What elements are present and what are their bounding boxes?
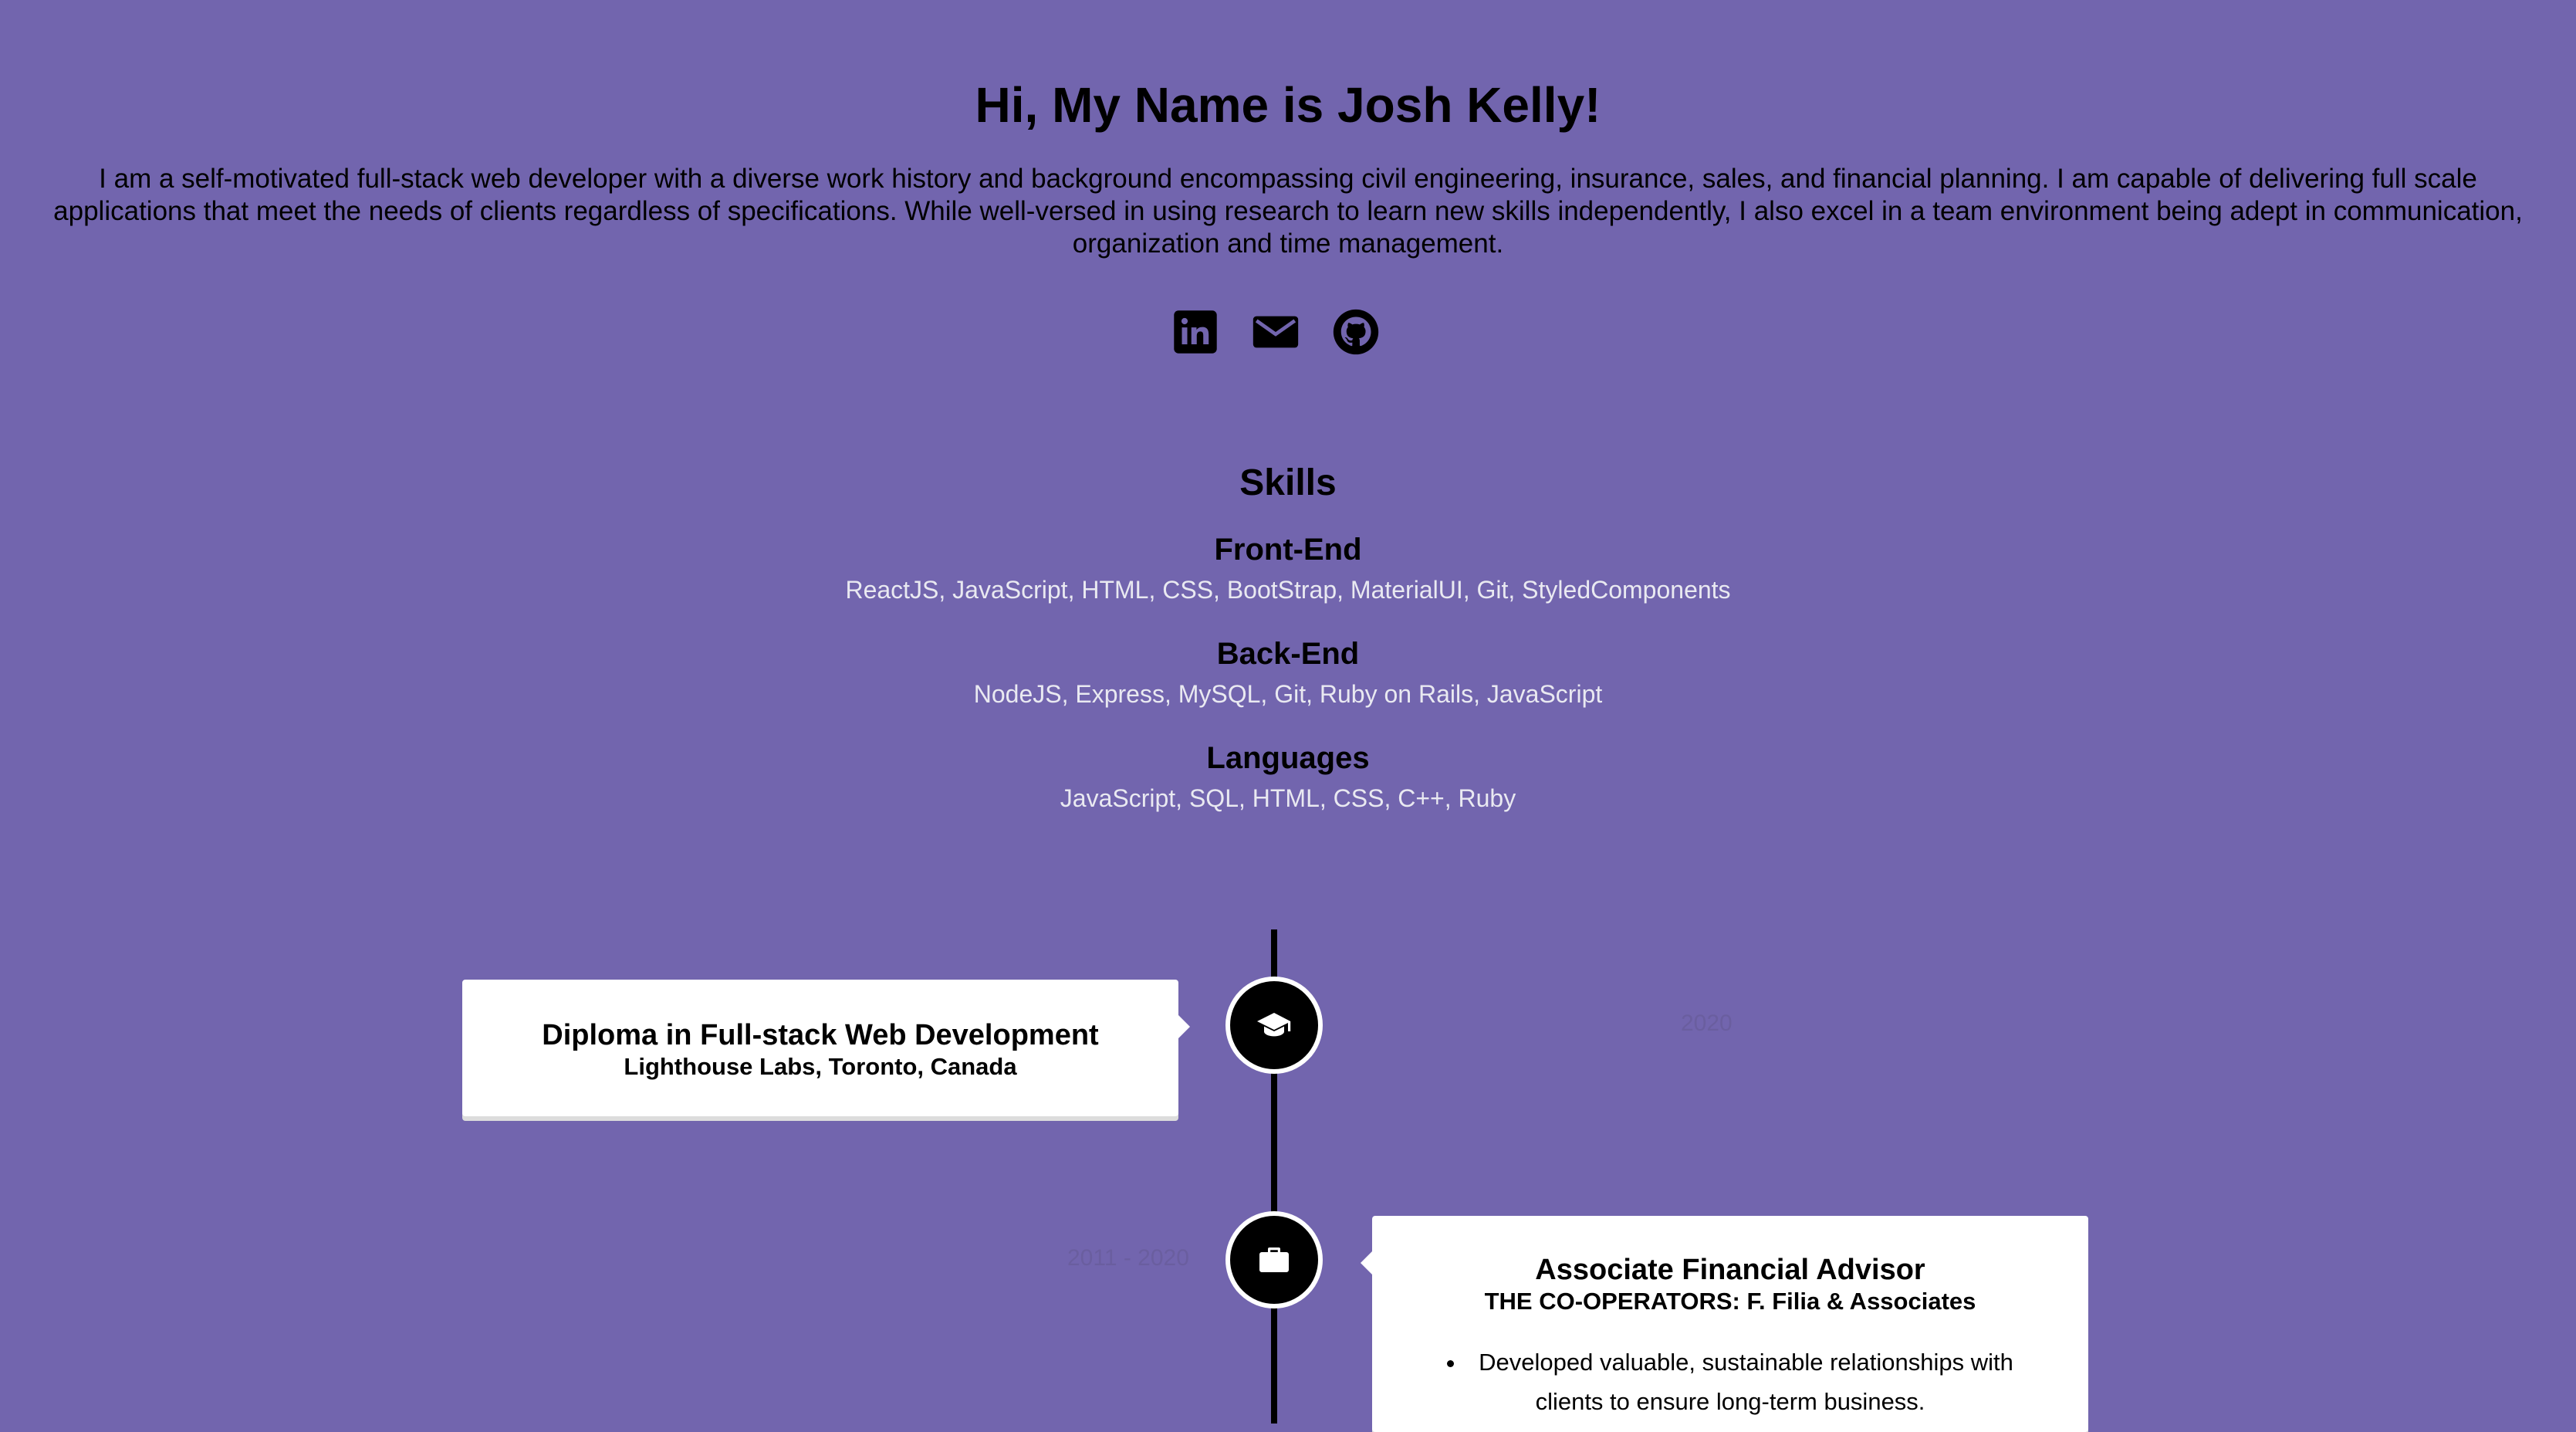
- skills-group-title: Languages: [1206, 741, 1370, 775]
- bio-text: I am a self-motivated full-stack web dev…: [53, 164, 2523, 259]
- skills-group-title: Front-End: [1214, 533, 1362, 567]
- timeline-card-bullets: Developed valuable, sustainable relation…: [1372, 1342, 2088, 1421]
- linkedin-icon: [1174, 310, 1217, 354]
- skills-group-languages: Languages JavaScript, SQL, HTML, CSS, C+…: [0, 736, 2576, 817]
- timeline-card-title: Associate Financial Advisor: [1535, 1254, 1925, 1286]
- timeline-card-subtitle: THE CO-OPERATORS: F. Filia & Associates: [1484, 1288, 1976, 1315]
- skills-group-back-end: Back-End NodeJS, Express, MySQL, Git, Ru…: [0, 632, 2576, 713]
- skills-group-title: Back-End: [1216, 637, 1360, 671]
- page-title: Hi, My Name is Josh Kelly!: [975, 77, 1601, 133]
- timeline-node-education: [1225, 977, 1323, 1074]
- skills-group-items: JavaScript, SQL, HTML, CSS, C++, Ruby: [1060, 784, 1516, 812]
- timeline-card-education: Diploma in Full-stack Web Development Li…: [462, 980, 1190, 1116]
- timeline-card-work: Associate Financial Advisor THE CO-OPERA…: [1361, 1216, 2088, 1432]
- skills-group-items: NodeJS, Express, MySQL, Git, Ruby on Rai…: [973, 680, 1603, 708]
- timeline-date: 2020: [1681, 1011, 1733, 1036]
- skills-group-front-end: Front-End ReactJS, JavaScript, HTML, CSS…: [0, 528, 2576, 608]
- timeline-card-subtitle: Lighthouse Labs, Toronto, Canada: [624, 1053, 1017, 1080]
- skills-group-items: ReactJS, JavaScript, HTML, CSS, BootStra…: [845, 576, 1731, 604]
- card-pointer: [1361, 1251, 1372, 1275]
- skills-section: Skills Front-End ReactJS, JavaScript, HT…: [0, 455, 2576, 817]
- briefcase-icon: [1259, 1247, 1289, 1272]
- github-link[interactable]: [1329, 305, 1383, 359]
- card-pointer: [1178, 1015, 1190, 1038]
- email-link[interactable]: [1249, 305, 1303, 359]
- timeline-date: 2011 - 2020: [1067, 1245, 1189, 1271]
- linkedin-link[interactable]: [1168, 305, 1222, 359]
- social-links: [1168, 305, 1415, 359]
- list-item: Developed valuable, sustainable relation…: [1418, 1342, 2042, 1421]
- timeline-node-work: [1225, 1211, 1323, 1308]
- github-icon: [1333, 309, 1379, 355]
- skills-heading: Skills: [1239, 462, 1337, 503]
- graduation-cap-icon: [1257, 1013, 1291, 1037]
- timeline-card-title: Diploma in Full-stack Web Development: [542, 1019, 1099, 1051]
- email-icon: [1253, 316, 1299, 348]
